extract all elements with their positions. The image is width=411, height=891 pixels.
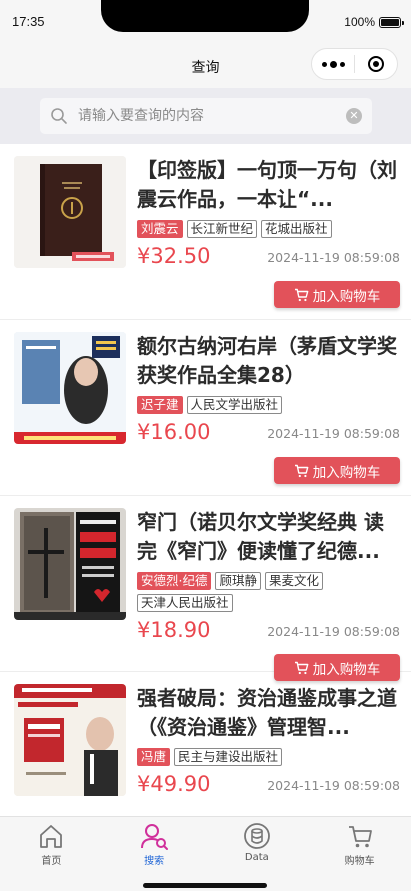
author-tag[interactable]: 刘震云 — [137, 220, 183, 238]
data-icon — [243, 823, 270, 849]
tag-list: 刘震云 长江新世纪 花城出版社 — [137, 220, 401, 238]
author-tag[interactable]: 迟子建 — [137, 396, 183, 414]
product-item[interactable]: 强者破局：资治通鉴成事之道（《资治通鉴》管理智... 冯唐 民主与建设出版社 ¥… — [0, 672, 411, 816]
search-person-icon — [141, 824, 169, 850]
product-title[interactable]: 强者破局：资治通鉴成事之道（《资治通鉴》管理智... — [137, 684, 401, 742]
battery-indicator: 100% — [344, 15, 404, 29]
publisher-tag[interactable]: 长江新世纪 — [186, 220, 258, 238]
product-list[interactable]: 【印签版】一句顶一万句（刘震云作品，一本让“... 刘震云 长江新世纪 花城出版… — [0, 144, 411, 816]
timestamp: 2024-11-19 08:59:08 — [267, 250, 400, 265]
product-item[interactable]: 额尔古纳河右岸（茅盾文学奖获奖作品全集28） 迟子建 人民文学出版社 ¥16.0… — [0, 320, 411, 496]
status-time: 17:35 — [12, 14, 45, 29]
search-bar: ✕ — [0, 88, 411, 144]
mini-program-capsule — [311, 48, 398, 80]
tab-bar: 首页 搜索 Data 购物车 — [0, 816, 411, 891]
price: ¥16.00 — [137, 420, 211, 444]
product-item[interactable]: 窄门（诺贝尔文学奖经典 读完《窄门》便读懂了纪德... 安德烈·纪德 顾琪静 果… — [0, 496, 411, 681]
battery-icon — [379, 16, 404, 28]
tab-label: 购物车 — [344, 856, 375, 867]
add-to-cart-button[interactable]: 加入购物车 — [274, 457, 400, 484]
tab-home[interactable]: 首页 — [0, 817, 103, 891]
publisher-tag[interactable]: 果麦文化 — [265, 572, 324, 590]
price: ¥49.90 — [137, 772, 211, 796]
search-input[interactable] — [78, 98, 338, 134]
product-title[interactable]: 窄门（诺贝尔文学奖经典 读完《窄门》便读懂了纪德... — [137, 508, 401, 566]
cart-icon — [294, 288, 309, 301]
product-item[interactable]: 【印签版】一句顶一万句（刘震云作品，一本让“... 刘震云 长江新世纪 花城出版… — [0, 144, 411, 320]
book-cover-image[interactable] — [14, 508, 126, 620]
product-title[interactable]: 额尔古纳河右岸（茅盾文学奖获奖作品全集28） — [137, 332, 401, 390]
search-icon — [51, 108, 67, 124]
device-notch — [101, 0, 309, 32]
book-cover-image[interactable] — [14, 684, 126, 796]
timestamp: 2024-11-19 08:59:08 — [267, 778, 400, 793]
translator-tag[interactable]: 顾琪静 — [215, 572, 261, 590]
search-box: ✕ — [40, 98, 372, 134]
add-to-cart-button[interactable]: 加入购物车 — [274, 281, 400, 308]
close-mini-program-icon[interactable] — [355, 49, 397, 79]
tab-cart[interactable]: 购物车 — [308, 817, 411, 891]
home-icon — [40, 825, 63, 848]
book-cover-image[interactable] — [14, 156, 126, 268]
price: ¥18.90 — [137, 618, 211, 642]
tab-label: Data — [244, 852, 269, 863]
add-to-cart-label: 加入购物车 — [312, 288, 381, 305]
product-title[interactable]: 【印签版】一句顶一万句（刘震云作品，一本让“... — [137, 156, 401, 214]
timestamp: 2024-11-19 08:59:08 — [267, 426, 400, 441]
tab-label: 首页 — [41, 856, 62, 867]
timestamp: 2024-11-19 08:59:08 — [267, 624, 400, 639]
clear-search-icon[interactable]: ✕ — [346, 108, 362, 124]
publisher-tag[interactable]: 民主与建设出版社 — [174, 748, 283, 766]
status-bar: 17:35 100% — [0, 0, 411, 44]
more-options-icon[interactable] — [312, 49, 354, 79]
author-tag[interactable]: 冯唐 — [137, 748, 171, 766]
tab-data[interactable]: Data — [206, 817, 309, 891]
tag-list: 安德烈·纪德 顾琪静 果麦文化 天津人民出版社 — [137, 572, 401, 612]
tag-list: 冯唐 民主与建设出版社 — [137, 748, 401, 766]
cart-icon — [348, 826, 372, 848]
tab-search[interactable]: 搜索 — [103, 817, 206, 891]
home-indicator — [143, 883, 267, 888]
add-to-cart-label: 加入购物车 — [312, 464, 381, 481]
tab-label: 搜索 — [144, 856, 165, 867]
cart-icon — [294, 464, 309, 477]
tag-list: 迟子建 人民文学出版社 — [137, 396, 401, 414]
nav-bar: 查询 — [0, 44, 411, 88]
publisher-tag[interactable]: 天津人民出版社 — [137, 594, 233, 612]
author-tag[interactable]: 安德烈·纪德 — [137, 572, 212, 590]
price: ¥32.50 — [137, 244, 211, 268]
publisher-tag[interactable]: 人民文学出版社 — [186, 396, 283, 414]
battery-percent: 100% — [344, 15, 375, 29]
publisher-tag[interactable]: 花城出版社 — [261, 220, 332, 238]
book-cover-image[interactable] — [14, 332, 126, 444]
